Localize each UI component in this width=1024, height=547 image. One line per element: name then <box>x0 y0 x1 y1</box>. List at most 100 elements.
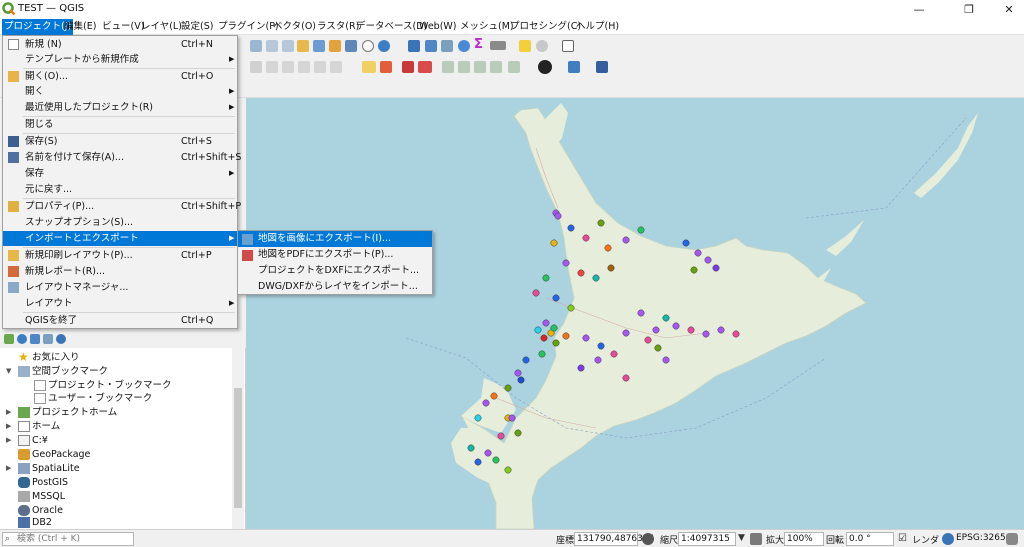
submenu-export-pdf[interactable]: 地図をPDFにエクスポート(P)... <box>238 247 432 263</box>
menu-item-layouts[interactable]: レイアウト ▶ <box>3 296 237 311</box>
expand-arrow-icon[interactable]: ▶ <box>6 434 11 447</box>
menu-item-new-from-template[interactable]: テンプレートから新規作成 ▶ <box>3 52 237 67</box>
zoom-layer-icon[interactable] <box>297 40 309 52</box>
new-bookmark-icon[interactable] <box>345 40 357 52</box>
field-calculator-icon[interactable] <box>441 40 453 52</box>
refresh-icon[interactable] <box>378 40 390 52</box>
close-button[interactable]: ✕ <box>994 0 1024 19</box>
help-book-icon[interactable] <box>596 61 608 73</box>
paste-icon[interactable] <box>298 61 310 73</box>
maximize-button[interactable]: ❐ <box>954 0 984 19</box>
sigma-icon[interactable]: Σ <box>474 38 486 51</box>
submenu-export-image[interactable]: 地図を画像にエクスポート(I)... <box>238 231 432 247</box>
settings-icon[interactable] <box>536 40 548 52</box>
menu-processing[interactable]: プロセシング(C) <box>508 19 583 35</box>
clock-icon[interactable] <box>362 40 374 52</box>
map-canvas[interactable] <box>246 98 1024 529</box>
menu-item-import-export[interactable]: インポートとエクスポート ▶ <box>3 231 237 246</box>
menu-item-new-print-layout[interactable]: 新規印刷レイアウト(P)... Ctrl+P <box>3 248 237 263</box>
info-icon[interactable] <box>56 334 66 344</box>
identify-icon[interactable] <box>408 40 420 52</box>
pin-label-icon[interactable] <box>402 61 414 73</box>
menu-item-save-as[interactable]: 名前を付けて保存(A)... Ctrl+Shift+S <box>3 150 241 165</box>
change-label-icon[interactable] <box>474 61 486 73</box>
menu-item-snapping-options[interactable]: スナップオプション(S)... <box>3 215 237 230</box>
locator-search-input[interactable]: ⌕ 検索 (Ctrl + K) <box>2 532 134 546</box>
move-label-icon[interactable] <box>442 61 454 73</box>
browser-scrollbar[interactable] <box>232 348 244 529</box>
edit-icon[interactable] <box>250 61 262 73</box>
redo-icon[interactable] <box>330 61 342 73</box>
coordinate-label: 座標 <box>556 536 575 546</box>
tips-icon[interactable] <box>519 40 531 52</box>
submenu-import-dwg-dxf[interactable]: DWG/DXFからレイヤをインポート... <box>238 279 432 295</box>
menu-vector[interactable]: ベクタ(O) <box>271 19 318 35</box>
menu-item-new[interactable]: 新規 (N) Ctrl+N <box>3 37 237 52</box>
refresh-icon[interactable] <box>17 334 27 344</box>
bookmark-icon[interactable] <box>329 40 341 52</box>
undo-icon[interactable] <box>314 61 326 73</box>
filter-icon[interactable] <box>30 334 40 344</box>
crs-label[interactable]: EPSG:32654 <box>956 533 1011 543</box>
scale-field[interactable]: 1:4097315 <box>678 532 736 546</box>
add-layer-icon[interactable] <box>4 334 14 344</box>
expand-arrow-icon[interactable]: ▶ <box>6 420 11 433</box>
menu-item-open-dialog[interactable]: 開く(O)... Ctrl+O <box>3 69 237 84</box>
menu-item-new-report[interactable]: 新規レポート(R)... <box>3 264 237 279</box>
plugin-globe-icon[interactable] <box>538 60 552 74</box>
browser-toolbar <box>0 330 246 348</box>
menu-item-open[interactable]: 開く ▶ <box>3 84 237 99</box>
expand-arrow-icon[interactable]: ▶ <box>6 462 11 475</box>
menu-web[interactable]: Web(W) <box>417 19 459 35</box>
zoom-in-icon[interactable] <box>266 40 278 52</box>
pan-icon[interactable] <box>250 40 262 52</box>
measure-icon[interactable] <box>490 41 506 50</box>
messages-icon[interactable] <box>1006 533 1018 545</box>
menu-edit[interactable]: 編集(E) <box>62 19 98 35</box>
bookmark-icon <box>18 366 30 377</box>
render-checkbox-icon[interactable]: ☑ <box>898 533 907 544</box>
text-annotation-icon[interactable] <box>562 40 574 52</box>
menu-settings[interactable]: 設定(S) <box>179 19 215 35</box>
copy-icon[interactable] <box>282 61 294 73</box>
minimize-button[interactable]: — <box>904 0 934 19</box>
gear-icon[interactable] <box>458 40 470 52</box>
menu-item-close[interactable]: 閉じる <box>3 117 237 132</box>
crs-icon[interactable] <box>942 533 954 545</box>
zoom-selection-icon[interactable] <box>313 40 325 52</box>
rotation-field[interactable]: 0.0 ° <box>846 532 894 546</box>
rotate-label-icon[interactable] <box>458 61 470 73</box>
move-diagram-icon[interactable] <box>490 61 502 73</box>
collapse-icon[interactable] <box>43 334 53 344</box>
menu-help[interactable]: ヘルプ(H) <box>574 19 621 35</box>
expand-arrow-icon[interactable]: ▼ <box>6 365 11 378</box>
scale-dropdown-icon[interactable]: ▼ <box>738 533 745 543</box>
menu-item-layout-manager[interactable]: レイアウトマネージャ... <box>3 280 237 295</box>
label-icon[interactable] <box>362 61 376 73</box>
attribute-table-icon[interactable] <box>425 40 437 52</box>
menu-layer[interactable]: レイヤ(L) <box>139 19 184 35</box>
submenu-arrow-icon: ▶ <box>229 55 235 63</box>
show-label-icon[interactable] <box>418 61 432 73</box>
extents-toggle-icon[interactable] <box>642 533 654 545</box>
status-bar: ⌕ 検索 (Ctrl + K) 座標 131790,4876314 縮尺 1:4… <box>0 529 1024 547</box>
coordinate-field[interactable]: 131790,4876314 <box>574 532 654 546</box>
diagram-icon[interactable] <box>380 61 392 73</box>
menu-item-recent-projects[interactable]: 最近使用したプロジェクト(R) ▶ <box>3 100 237 115</box>
change-diagram-icon[interactable] <box>508 61 520 73</box>
menu-item-save[interactable]: 保存(S) Ctrl+S <box>3 134 237 149</box>
layout-manager-icon <box>8 282 19 293</box>
menu-item-exit-qgis[interactable]: QGISを終了 Ctrl+Q <box>3 313 237 328</box>
submenu-export-dxf[interactable]: プロジェクトをDXFにエクスポート... <box>238 263 432 279</box>
zoom-out-icon[interactable] <box>282 40 294 52</box>
lock-icon[interactable] <box>750 533 762 545</box>
menu-item-properties[interactable]: プロパティ(P)... Ctrl+Shift+P <box>3 199 241 214</box>
menu-item-save-to[interactable]: 保存 ▶ <box>3 166 237 181</box>
scrollbar-thumb[interactable] <box>234 388 242 508</box>
expand-arrow-icon[interactable]: ▶ <box>6 406 11 419</box>
menu-mesh[interactable]: メッシュ(M) <box>458 19 516 35</box>
menu-item-revert[interactable]: 元に戻す... <box>3 182 237 197</box>
cut-icon[interactable] <box>266 61 278 73</box>
magnifier-field[interactable]: 100% <box>784 532 824 546</box>
python-icon[interactable] <box>568 61 580 73</box>
